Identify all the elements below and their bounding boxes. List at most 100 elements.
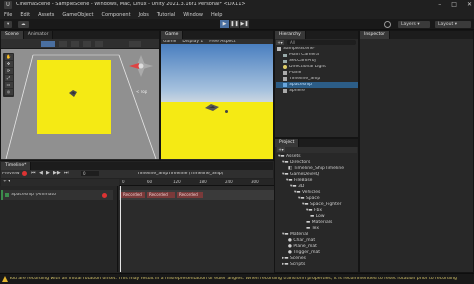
- animation-track-header[interactable]: Spaceship (Animato: [1, 190, 113, 200]
- menu-edit[interactable]: Edit: [20, 12, 30, 18]
- warning-icon: [2, 276, 8, 282]
- layers-dropdown[interactable]: Layers ▾: [398, 21, 430, 28]
- maximize-button[interactable]: □: [451, 1, 457, 9]
- tab-animator[interactable]: Animator: [23, 31, 54, 39]
- record-icon[interactable]: [22, 171, 27, 176]
- plane-object[interactable]: [37, 60, 111, 134]
- hand-tool-icon[interactable]: ✋: [4, 54, 13, 60]
- spaceship-object-icon[interactable]: [69, 90, 77, 97]
- add-track-button[interactable]: + ▾: [1, 180, 10, 185]
- folder-label: Space_Fighter: [309, 202, 342, 207]
- layout-dropdown[interactable]: Layout ▾: [435, 21, 471, 28]
- scene-gizmo-icon[interactable]: [127, 53, 155, 87]
- status-message[interactable]: You are recording with an initial rotati…: [9, 277, 469, 282]
- hierarchy-search-input[interactable]: All: [287, 39, 356, 45]
- track-header-bar: + ▾: [1, 179, 119, 186]
- rect-tool-icon[interactable]: ▭: [4, 82, 13, 88]
- tab-timeline[interactable]: Timeline*: [1, 162, 32, 170]
- list-item[interactable]: Sphere: [276, 88, 358, 94]
- folder-scripts[interactable]: ▸▬ Scripts: [276, 262, 358, 268]
- folder-label: Materials: [311, 220, 333, 225]
- menu-tutorial[interactable]: Tutorial: [157, 12, 175, 18]
- search-icon[interactable]: [384, 21, 391, 28]
- asset-label: Plane_mat: [293, 244, 317, 249]
- menu-component[interactable]: Component: [102, 12, 131, 18]
- folder-icon: ▾▬: [290, 184, 298, 189]
- pause-button[interactable]: ❚❚: [230, 20, 239, 28]
- recorded-clip[interactable]: Recorded: [147, 192, 175, 198]
- tab-scene[interactable]: Scene: [1, 31, 24, 39]
- playhead-line[interactable]: [120, 186, 121, 272]
- lighting-toggle[interactable]: [71, 41, 79, 47]
- folder-label: Fbx: [313, 208, 323, 213]
- folder-icon: ▾▬: [282, 232, 290, 237]
- title-bar: U CinemaScene - SampleScene - Windows, M…: [0, 0, 474, 10]
- account-button[interactable]: ▾: [4, 21, 13, 28]
- timeline-clip-area[interactable]: Recorded Recorded Recorded: [119, 186, 274, 272]
- close-button[interactable]: ✕: [467, 1, 472, 9]
- menu-file[interactable]: File: [4, 12, 12, 18]
- move-tool-icon[interactable]: ✥: [4, 61, 13, 67]
- scene-tools-overlay: ✋ ✥ ⟳ ⤢ ▭ ◎: [3, 53, 14, 97]
- 2d-toggle[interactable]: [59, 41, 67, 47]
- time-ruler[interactable]: 0 60 120 180 240 300: [119, 179, 274, 186]
- menu-jobs[interactable]: Jobs: [139, 12, 149, 18]
- tab-hierarchy[interactable]: Hierarchy: [275, 31, 306, 39]
- gizmos-button[interactable]: [129, 41, 141, 47]
- draw-mode-button[interactable]: [41, 41, 55, 47]
- menu-bar: File Edit Assets GameObject Component Jo…: [0, 10, 474, 19]
- next-frame-icon[interactable]: ▶▶: [53, 171, 61, 176]
- game-viewport[interactable]: [161, 44, 273, 159]
- scene-tabs: Scene Animator: [1, 31, 159, 39]
- track-binding-label[interactable]: Spaceship (Animato: [11, 193, 56, 198]
- add-object-button[interactable]: +▾: [276, 39, 284, 45]
- track-record-icon[interactable]: [102, 192, 107, 198]
- cube-icon: [283, 71, 287, 75]
- folder-label: GameDevHQ: [289, 172, 320, 177]
- transform-tool-icon[interactable]: ◎: [4, 89, 13, 95]
- menu-window[interactable]: Window: [183, 12, 203, 18]
- preview-toggle[interactable]: Preview: [2, 172, 20, 177]
- create-asset-button[interactable]: +▾: [277, 147, 285, 152]
- folder-icon: ▾▬: [298, 196, 306, 201]
- scale-tool-icon[interactable]: ⤢: [4, 75, 13, 81]
- tab-game[interactable]: Game: [161, 31, 184, 39]
- frame-input[interactable]: 0: [81, 171, 99, 176]
- sphere-object: [225, 110, 228, 113]
- folder-icon: ▾▬: [302, 202, 310, 207]
- folder-label: 3D: [297, 184, 305, 189]
- menu-assets[interactable]: Assets: [38, 12, 54, 18]
- menu-help[interactable]: Help: [211, 12, 222, 18]
- camera-icon: [283, 59, 287, 63]
- effects-toggle[interactable]: [95, 41, 103, 47]
- hierarchy-item-label: Main Camera: [289, 52, 319, 57]
- persp-label[interactable]: < Top: [136, 90, 147, 94]
- hierarchy-item-label: Directional Light: [289, 64, 326, 69]
- goto-end-icon[interactable]: ⏭: [64, 171, 69, 176]
- tab-project[interactable]: Project: [275, 139, 300, 147]
- minimize-button[interactable]: –: [438, 1, 441, 9]
- animation-track-icon: [5, 193, 9, 197]
- menu-gameobject[interactable]: GameObject: [62, 12, 93, 18]
- rotate-tool-icon[interactable]: ⟳: [4, 68, 13, 74]
- cube-icon: [283, 77, 287, 81]
- hierarchy-item-label: Plane: [289, 70, 302, 75]
- goto-start-icon[interactable]: ⏮: [31, 171, 36, 176]
- window-controls: – □ ✕: [438, 1, 472, 9]
- ruler-tick-label: 120: [173, 180, 181, 184]
- cloud-icon[interactable]: ☁: [18, 21, 29, 28]
- timeline-tabs: Timeline*: [1, 162, 273, 170]
- folder-label: Space: [305, 196, 320, 201]
- play-timeline-icon[interactable]: ▶: [46, 171, 50, 176]
- spaceship-icon: [205, 104, 219, 111]
- play-button[interactable]: ▶: [220, 20, 229, 28]
- prev-frame-icon[interactable]: ◀: [39, 171, 43, 176]
- play-controls: ▶ ❚❚ ▶❚: [220, 20, 249, 28]
- recorded-clip[interactable]: Recorded: [177, 192, 203, 198]
- step-button[interactable]: ▶❚: [240, 20, 249, 28]
- audio-toggle[interactable]: [83, 41, 91, 47]
- tab-inspector[interactable]: Inspector: [360, 31, 390, 39]
- folder-label: Low: [315, 214, 325, 219]
- recorded-clip[interactable]: Recorded: [121, 192, 145, 198]
- folder-icon: ▾▬: [286, 178, 294, 183]
